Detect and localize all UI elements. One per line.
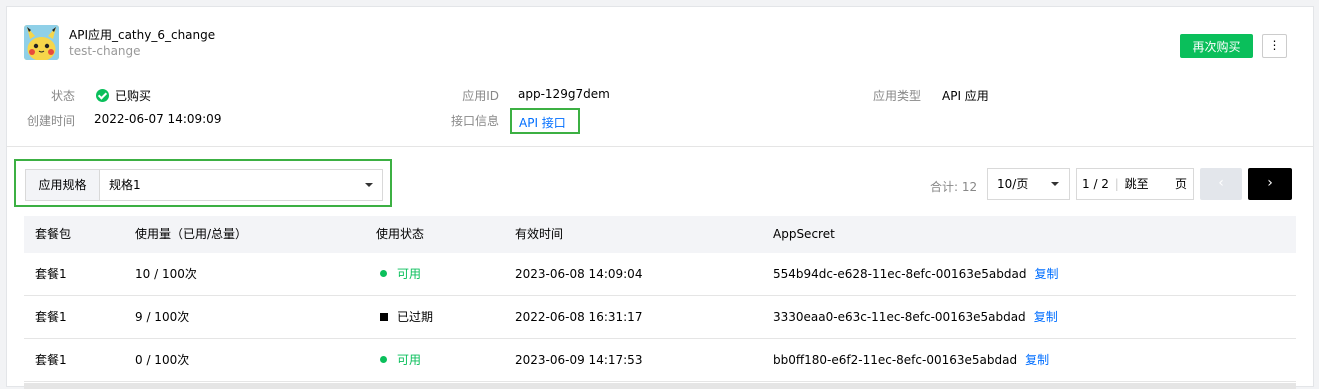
column-header-package: 套餐包 [35, 227, 72, 241]
api-interface-link[interactable]: API 接口 [510, 108, 580, 134]
chevron-down-icon [1051, 182, 1059, 186]
created-time-value: 2022-06-07 14:09:09 [94, 112, 222, 126]
cell-appsecret: 554b94dc-e628-11ec-8efc-00163e5abdad 复制 [773, 253, 1058, 296]
app-detail-card: API应用_cathy_6_change test-change 再次购买 ⋮ … [6, 6, 1314, 389]
table-row: 套餐1 0 / 100次 可用 2023-06-09 14:17:53 bb0f… [24, 339, 1296, 382]
buy-again-button[interactable]: 再次购买 [1180, 34, 1253, 58]
package-table: 套餐包 使用量（已用/总量） 使用状态 有效时间 AppSecret 套餐1 1… [24, 216, 1296, 382]
appsecret-text: bb0ff180-e6f2-11ec-8efc-00163e5abdad [773, 353, 1018, 367]
appsecret-text: 3330eaa0-e63c-11ec-8efc-00163e5abdad [773, 310, 1026, 324]
chevron-down-icon [365, 183, 373, 187]
more-options-button[interactable]: ⋮ [1262, 34, 1287, 58]
column-header-usage: 使用量（已用/总量） [135, 227, 248, 241]
cell-valid-time: 2023-06-09 14:17:53 [515, 353, 643, 367]
check-circle-icon [96, 89, 109, 102]
created-time-label: 创建时间 [26, 114, 75, 128]
status-value: 已购买 [96, 87, 151, 104]
cell-valid-time: 2023-06-08 14:09:04 [515, 267, 643, 281]
cell-package: 套餐1 [35, 267, 67, 281]
appsecret-text: 554b94dc-e628-11ec-8efc-00163e5abdad [773, 267, 1027, 281]
table-row: 套餐1 9 / 100次 已过期 2022-06-08 16:31:17 333… [24, 296, 1296, 339]
prev-page-button[interactable]: ‹ [1200, 168, 1242, 200]
jump-label: 跳至 [1124, 177, 1149, 191]
column-header-valid-time: 有效时间 [515, 227, 564, 241]
app-name: API应用_cathy_6_change [69, 28, 216, 42]
next-page-button[interactable]: › [1248, 168, 1292, 200]
horizontal-scrollbar[interactable] [24, 383, 1296, 389]
cell-package: 套餐1 [35, 353, 67, 367]
spec-filter-label: 应用规格 [26, 170, 100, 200]
available-dot-icon [380, 356, 387, 363]
expired-square-icon [380, 313, 388, 321]
status-text: 已过期 [397, 310, 434, 324]
cell-package: 套餐1 [35, 310, 67, 324]
page-suffix: 页 [1174, 177, 1187, 191]
spec-select-value: 规格1 [109, 178, 141, 192]
app-type-label: 应用类型 [872, 89, 921, 103]
cell-appsecret: 3330eaa0-e63c-11ec-8efc-00163e5abdad 复制 [773, 296, 1058, 339]
total-count: 合计: 12 [930, 180, 978, 194]
cell-status: 可用 [380, 253, 421, 296]
copy-button[interactable]: 复制 [1034, 267, 1058, 281]
page-size-value: 10/页 [997, 177, 1029, 191]
app-type-value: API 应用 [942, 89, 989, 103]
column-header-status: 使用状态 [376, 227, 425, 241]
spec-filter: 应用规格 规格1 [25, 169, 383, 201]
cell-status: 已过期 [380, 296, 433, 339]
status-text: 可用 [397, 353, 422, 367]
cell-valid-time: 2022-06-08 16:31:17 [515, 310, 643, 324]
spec-filter-highlight: 应用规格 规格1 [14, 159, 392, 207]
column-header-appsecret: AppSecret [773, 227, 835, 241]
copy-button[interactable]: 复制 [1025, 353, 1049, 367]
cell-usage: 10 / 100次 [135, 267, 197, 281]
status-text: 可用 [397, 267, 422, 281]
status-label: 状态 [50, 89, 75, 103]
cell-usage: 9 / 100次 [135, 310, 190, 324]
interface-info-label: 接口信息 [450, 114, 499, 128]
spec-select[interactable]: 规格1 [100, 170, 383, 200]
available-dot-icon [380, 270, 387, 277]
table-row: 套餐1 10 / 100次 可用 2023-06-08 14:09:04 554… [24, 253, 1296, 296]
page-jump-input[interactable]: 1 / 2 | 跳至 页 [1076, 168, 1194, 200]
copy-button[interactable]: 复制 [1034, 310, 1058, 324]
app-avatar-icon [24, 25, 59, 60]
app-subtitle: test-change [69, 44, 141, 58]
page-indicator: 1 / 2 [1082, 177, 1109, 191]
app-header: API应用_cathy_6_change test-change 再次购买 ⋮ … [7, 7, 1313, 147]
cell-status: 可用 [380, 339, 421, 382]
cell-usage: 0 / 100次 [135, 353, 190, 367]
status-value-text: 已购买 [115, 89, 152, 103]
table-header: 套餐包 使用量（已用/总量） 使用状态 有效时间 AppSecret [24, 216, 1296, 253]
cell-appsecret: bb0ff180-e6f2-11ec-8efc-00163e5abdad 复制 [773, 339, 1049, 382]
app-id-value: app-129g7dem [518, 87, 610, 101]
page-size-select[interactable]: 10/页 [987, 168, 1070, 200]
app-id-label: 应用ID [462, 89, 499, 103]
